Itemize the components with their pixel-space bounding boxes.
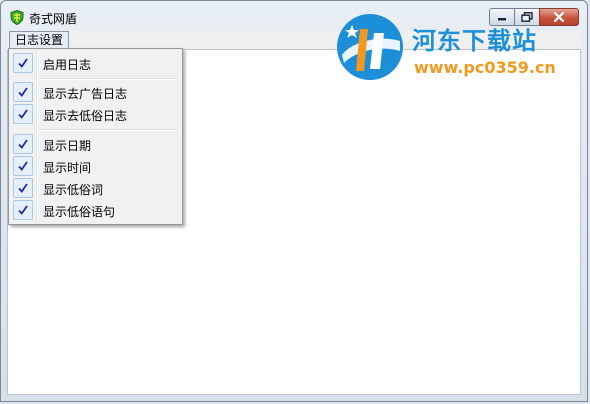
checkmark-icon — [18, 87, 28, 97]
checkbox-show-vulgar-sentences — [13, 200, 33, 220]
menu-item-label: 显示低俗词 — [43, 183, 104, 197]
checkbox-enable-log — [13, 53, 33, 73]
menu-item-label: 显示去低俗日志 — [43, 109, 128, 123]
shield-icon — [10, 10, 24, 25]
checkmark-icon — [18, 183, 28, 193]
checkbox-show-vulgar-log — [13, 104, 33, 124]
menu-separator — [40, 78, 178, 80]
menu-item-label: 启用日志 — [43, 58, 92, 72]
menu-item-show-vulgar-log[interactable]: 显示去低俗日志 — [11, 103, 180, 125]
menu-log-settings[interactable]: 日志设置 — [9, 31, 70, 49]
menu-item-label: 显示日期 — [43, 139, 92, 153]
watermark-title: 河东下载站 — [412, 27, 537, 55]
menu-item-show-vulgar-words[interactable]: 显示低俗词 — [11, 177, 180, 199]
checkbox-show-time — [13, 156, 33, 176]
menu-item-show-ad-log[interactable]: 显示去广告日志 — [11, 81, 180, 103]
window-title: 奇式网盾 — [29, 12, 78, 26]
checkmark-icon — [18, 205, 28, 215]
log-settings-dropdown: 启用日志 显示去广告日志 显示去低俗日志 显示日期 显示时间 显示低俗词 显示低… — [8, 48, 183, 225]
site-watermark: 河东下载站 www.pc0359.cn — [334, 11, 580, 83]
checkbox-show-vulgar-words — [13, 178, 33, 198]
menu-item-show-time[interactable]: 显示时间 — [11, 155, 180, 177]
checkbox-show-date — [13, 134, 33, 154]
menu-item-show-date[interactable]: 显示日期 — [11, 133, 180, 155]
site-logo-icon — [337, 14, 403, 80]
checkmark-icon — [18, 139, 28, 149]
menu-item-label: 显示去广告日志 — [43, 87, 128, 101]
checkbox-show-ad-log — [13, 82, 33, 102]
menu-item-show-vulgar-sentences[interactable]: 显示低俗语句 — [11, 199, 180, 221]
menu-item-label: 显示时间 — [43, 161, 92, 175]
watermark-url: www.pc0359.cn — [414, 58, 556, 77]
menu-separator — [40, 129, 178, 131]
checkmark-icon — [18, 58, 28, 68]
menu-item-enable-log[interactable]: 启用日志 — [11, 52, 180, 74]
checkmark-icon — [18, 161, 28, 171]
menu-item-label: 显示低俗语句 — [43, 205, 116, 219]
checkmark-icon — [18, 109, 28, 119]
